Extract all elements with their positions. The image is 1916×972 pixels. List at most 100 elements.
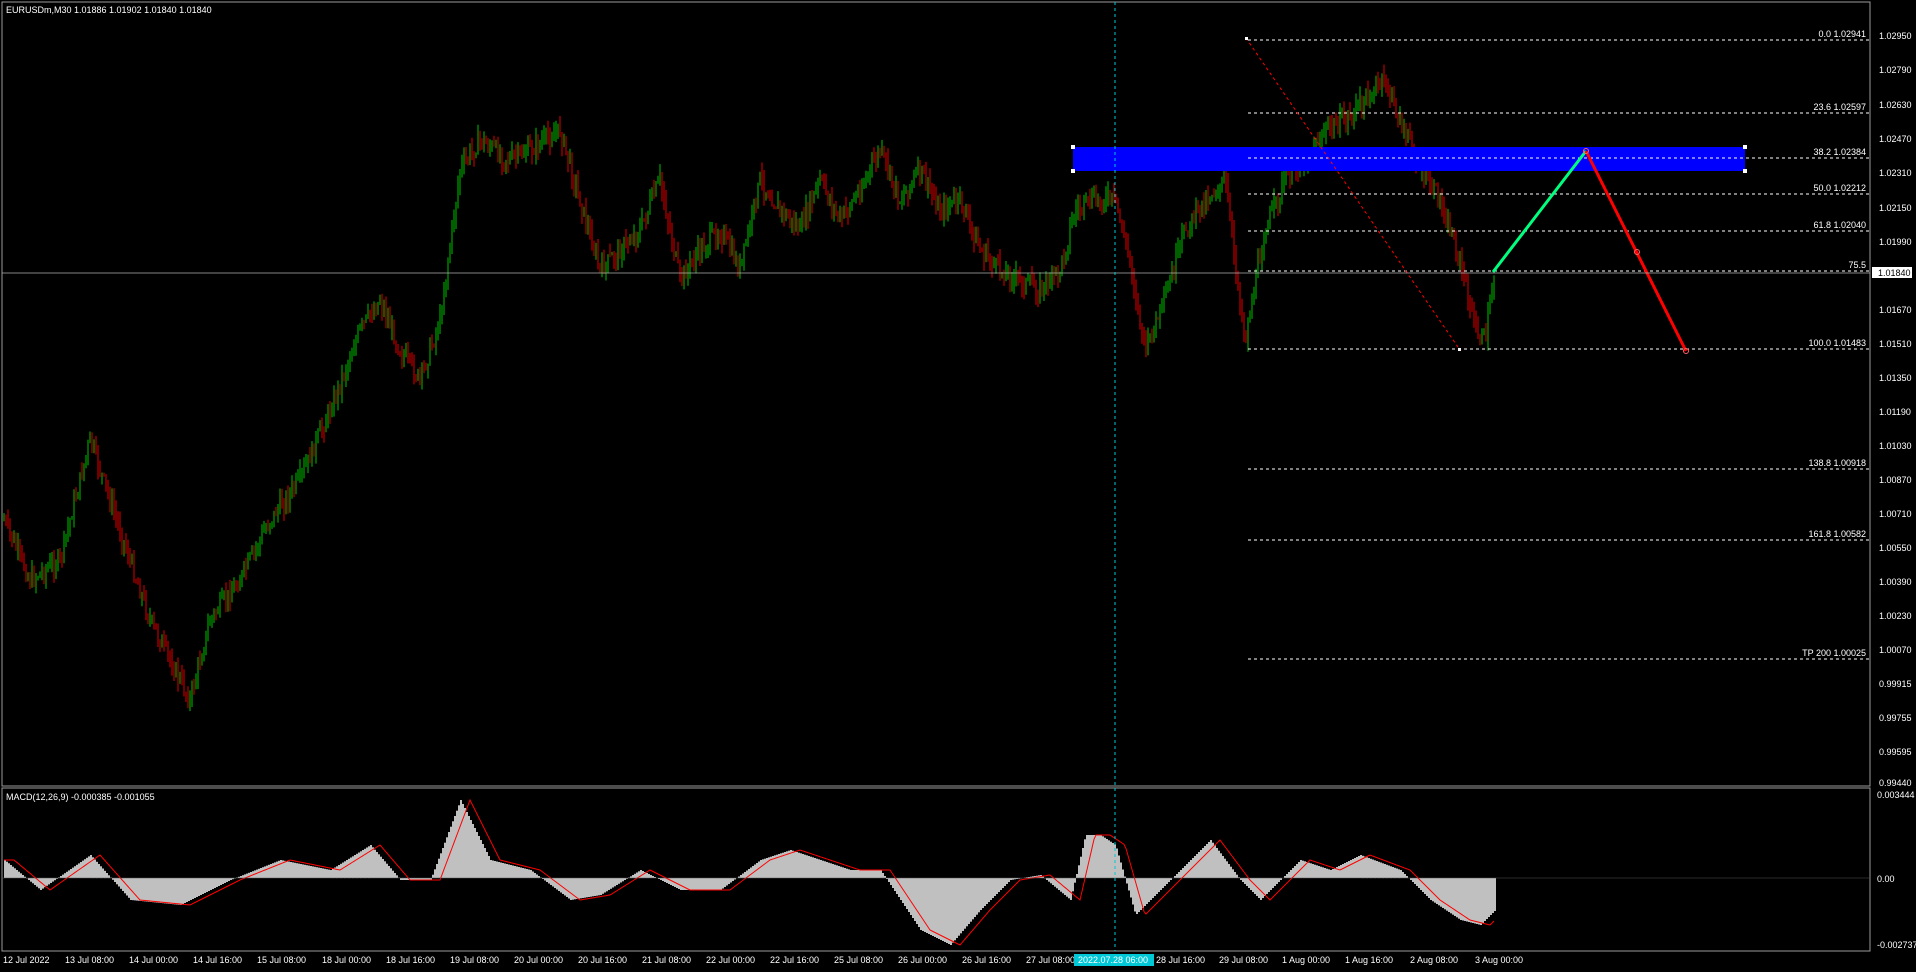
macd-bar [710,878,712,890]
macd-bar [386,863,388,878]
time-tick: 18 Jul 16:00 [386,955,435,965]
macd-bar [830,863,832,878]
macd-bar [222,878,224,884]
macd-bar [798,852,800,878]
macd-bar [974,878,976,917]
macd-bar [956,878,958,938]
macd-bar [1112,843,1114,878]
macd-bar [328,869,330,878]
time-axis[interactable]: 12 Jul 2022 13 Jul 08:00 14 Jul 00:00 14… [3,954,1523,966]
zone-handle[interactable] [1743,169,1747,173]
macd-bar [1348,861,1350,878]
macd-bar [228,878,230,881]
macd-bar [1392,867,1394,878]
macd-bar [1430,878,1432,900]
macd-bar [920,878,922,930]
zone-handle[interactable] [1071,169,1075,173]
macd-bar [276,861,278,878]
price-tick: 1.01990 [1879,237,1912,247]
macd-tick: 0.00 [1877,874,1895,884]
zone-handle[interactable] [1743,145,1747,149]
macd-bar [714,878,716,890]
macd-bar [202,878,204,894]
macd-bar [388,866,390,878]
macd-bar [596,878,598,896]
macd-bar [1432,878,1434,902]
macd-bar [880,870,882,878]
macd-bar [898,878,900,897]
macd-bar [1204,846,1206,878]
price-scale[interactable]: 1.02950 1.02790 1.02630 1.02470 1.02310 … [1872,31,1912,788]
price-tick: 1.00230 [1879,611,1912,621]
macd-bar [882,873,884,878]
macd-bar [144,878,146,902]
fibonacci-retracement[interactable]: 0.0 1.02941 23.6 1.02597 38.2 1.02384 50… [1245,29,1870,660]
macd-bar [278,860,280,878]
macd-bar [1394,867,1396,879]
macd-bar [1220,853,1222,878]
macd-bar [512,865,514,878]
macd-bar [534,873,536,878]
macd-bar [524,868,526,878]
zone-handle[interactable] [1071,145,1075,149]
macd-bar [764,858,766,878]
macd-bar [890,878,892,885]
macd-bar [988,878,990,902]
projection-down-line[interactable] [1584,150,1688,352]
macd-bar [1472,878,1474,923]
macd-bar [34,878,36,885]
macd-bar [960,878,962,934]
macd-bar [1142,878,1144,908]
macd-bar [1308,862,1310,878]
macd-bar [502,863,504,878]
macd-bar [160,878,162,903]
macd-bar [546,878,548,882]
macd-bar [608,878,610,890]
macd-bar [966,878,968,927]
time-tick: 26 Jul 16:00 [962,955,1011,965]
macd-bar [944,878,946,942]
macd-bar [350,857,352,878]
fib-label: 138.8 1.00918 [1808,458,1866,468]
macd-bar [1436,878,1438,904]
macd-bar [598,878,600,896]
macd-bar [782,852,784,878]
macd-bar [562,878,564,894]
macd-bar [490,860,492,878]
macd-bar [1274,878,1276,886]
macd-bar [1406,876,1408,878]
macd-bar [718,878,720,890]
macd-bar [604,878,606,893]
macd-bar [762,859,764,878]
macd-bar [1400,870,1402,878]
macd-bar [266,865,268,878]
trading-chart[interactable]: 0.0 1.02941 23.6 1.02597 38.2 1.02384 50… [0,0,1916,972]
macd-scale[interactable]: 0.003444 0.00 -0.002737 [1877,790,1916,950]
macd-bar [520,867,522,878]
price-tick: 0.99915 [1879,679,1912,689]
macd-bar [1008,878,1010,882]
macd-bar [972,878,974,920]
macd-bar [634,873,636,879]
macd-bar [124,878,126,894]
macd-bar [1118,855,1120,878]
macd-bar [1302,860,1304,878]
macd-bar [164,878,166,904]
macd-bar [132,878,134,901]
time-tick: 14 Jul 16:00 [193,955,242,965]
macd-bar [168,878,170,904]
macd-bar [444,842,446,878]
macd-bar [1290,870,1292,878]
macd-bar [694,878,696,890]
macd-bar [182,878,184,904]
fib-label: 100.0 1.01483 [1808,338,1866,348]
macd-bar [482,844,484,878]
macd-bar [330,870,332,878]
macd-bar [492,860,494,878]
macd-bar [1102,836,1104,878]
macd-bar [996,878,998,894]
resistance-zone[interactable] [1073,147,1745,171]
time-tick: 21 Jul 08:00 [642,955,691,965]
macd-bar [258,868,260,878]
macd-bar [836,865,838,878]
